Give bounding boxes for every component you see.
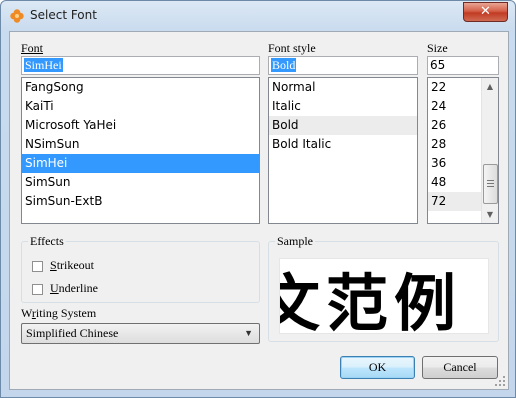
strikeout-checkbox[interactable] [32, 261, 43, 272]
font-list-item[interactable]: SimSun [22, 173, 259, 192]
writing-system-dropdown[interactable]: Simplified Chinese ▼ [21, 323, 260, 344]
close-button[interactable]: ✕ [463, 2, 508, 22]
scroll-up-arrow-icon[interactable]: ▲ [482, 78, 498, 95]
cancel-button[interactable]: Cancel [422, 356, 498, 379]
underline-label-rest: nderline [58, 281, 98, 295]
font-style-label: Font style [268, 41, 316, 55]
window-title: Select Font [30, 8, 97, 22]
chevron-down-icon: ▼ [244, 328, 253, 338]
size-list-item[interactable]: 24 [428, 97, 482, 116]
size-list[interactable]: 22 24 26 28 36 48 72 ▲ ▼ [427, 77, 499, 224]
underline-label: Underline [50, 281, 98, 295]
dialog-client-area: Font SimHei FangSong KaiTi Microsoft YaHei… [9, 31, 509, 390]
select-font-dialog: Select Font ✕ Font SimHei FangSong KaiTi M… [0, 0, 516, 398]
font-style-input-value: Bold [271, 58, 297, 72]
font-list-item[interactable]: KaiTi [22, 97, 259, 116]
font-input[interactable]: SimHei [21, 56, 260, 75]
font-list[interactable]: FangSong KaiTi Microsoft YaHei NSimSun SimHe… [21, 77, 260, 224]
font-label: Font [21, 41, 44, 55]
size-list-item[interactable]: 72 [428, 192, 482, 211]
font-style-input[interactable]: Bold [268, 56, 418, 75]
size-list-item[interactable]: 26 [428, 116, 482, 135]
title-bar[interactable]: Select Font ✕ [1, 1, 515, 31]
font-style-list-item[interactable]: Italic [269, 97, 417, 116]
sample-label: Sample [275, 234, 315, 249]
font-style-list-item[interactable]: Bold Italic [269, 135, 417, 154]
sample-text: 文范例 [280, 267, 463, 334]
font-style-list-item[interactable]: Bold [269, 116, 417, 135]
size-list-item[interactable]: 22 [428, 78, 482, 97]
font-list-item[interactable]: NSimSun [22, 135, 259, 154]
font-list-item[interactable]: SimHei [22, 154, 259, 173]
clover-app-icon [10, 9, 24, 23]
font-list-item[interactable]: FangSong [22, 78, 259, 97]
writing-system-label: Writing System [21, 306, 97, 320]
size-list-item[interactable]: 28 [428, 135, 482, 154]
effects-label: Effects [28, 234, 66, 249]
font-input-value: SimHei [24, 58, 63, 72]
scrollbar-thumb[interactable] [483, 164, 498, 204]
font-style-list-item[interactable]: Normal [269, 78, 417, 97]
size-list-scrollbar[interactable]: ▲ ▼ [481, 78, 498, 223]
size-input[interactable]: 65 [427, 56, 499, 75]
size-list-item[interactable]: 36 [428, 154, 482, 173]
strikeout-label-rest: trikeout [56, 258, 95, 272]
resize-grip-icon[interactable] [494, 375, 506, 387]
size-input-value: 65 [430, 58, 446, 72]
font-list-item[interactable]: SimSun-ExtB [22, 192, 259, 211]
strikeout-label: Strikeout [50, 258, 95, 272]
size-label: Size [427, 41, 448, 55]
close-icon: ✕ [480, 4, 491, 19]
underline-checkbox[interactable] [32, 284, 43, 295]
size-list-item[interactable]: 48 [428, 173, 482, 192]
scroll-down-arrow-icon[interactable]: ▼ [482, 206, 498, 223]
writing-system-value: Simplified Chinese [26, 326, 119, 340]
sample-preview: 文范例 [279, 258, 489, 334]
ok-button[interactable]: OK [340, 356, 415, 379]
font-style-list[interactable]: Normal Italic Bold Bold Italic [268, 77, 418, 224]
font-list-item[interactable]: Microsoft YaHei [22, 116, 259, 135]
